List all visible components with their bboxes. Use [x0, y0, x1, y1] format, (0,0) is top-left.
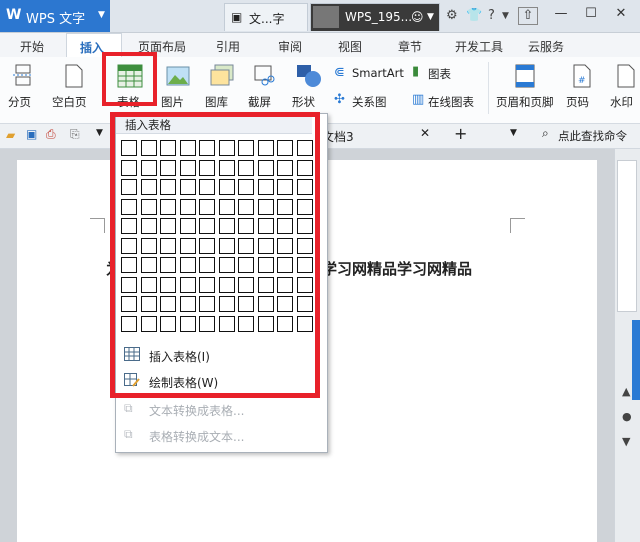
screenshot-icon	[254, 64, 278, 86]
chart-icon: ▮	[412, 64, 420, 79]
doc-icon: ▣	[231, 10, 243, 24]
ribbon-divider	[488, 62, 489, 114]
blank-page-icon	[64, 64, 84, 88]
tab-review[interactable]: 审阅	[278, 38, 302, 55]
online-chart-button[interactable]: 在线图表	[428, 94, 474, 110]
online-chart-icon: ▥	[412, 92, 425, 107]
save-icon[interactable]: ▣	[26, 127, 37, 141]
close-icon[interactable]: ✕	[610, 6, 632, 26]
tab-home[interactable]: 开始	[20, 38, 44, 55]
text-to-table-menu-item: ⧉ 文本转换成表格...	[116, 397, 316, 421]
help-icon[interactable]: ?	[488, 8, 495, 23]
table-to-text-icon: ⧉	[124, 427, 133, 441]
command-search[interactable]: 点此查找命令	[558, 128, 627, 144]
header-footer-icon	[515, 64, 535, 88]
tab-chapter[interactable]: 章节	[398, 38, 422, 55]
tab-cloud[interactable]: 云服务	[528, 38, 564, 55]
tab-references[interactable]: 引用	[216, 38, 240, 55]
upload-icon[interactable]: ⇧	[518, 7, 538, 25]
margin-marker	[90, 218, 105, 233]
relation-icon: ✣	[334, 92, 345, 107]
watermark-button[interactable]: 水印	[610, 94, 633, 110]
new-tab-icon[interactable]: +	[454, 124, 467, 143]
chevron-down-icon[interactable]: ▼	[427, 12, 434, 22]
page-number-button[interactable]: 页码	[566, 94, 589, 110]
doc-tab-1-label: 文...字	[249, 12, 285, 26]
shape-button[interactable]: 形状	[292, 94, 315, 110]
chevron-down-icon[interactable]: ▼	[510, 128, 517, 138]
doc-tab-2-label: WPS_195...	[345, 10, 413, 24]
side-panel-tab[interactable]	[632, 320, 640, 400]
document-text: 学习网精品学习网精品	[322, 260, 473, 278]
wps-logo-icon: W	[6, 7, 22, 23]
print-preview-icon[interactable]: ⎙	[46, 127, 56, 142]
tab-insert-label: 插入	[80, 41, 105, 55]
scroll-dot-icon[interactable]: ●	[622, 410, 632, 423]
tab-view[interactable]: 视图	[338, 38, 362, 55]
doc-tab-2[interactable]: WPS_195... ☺ ▼	[310, 3, 440, 31]
minimize-icon[interactable]: —	[550, 6, 572, 26]
scroll-up-icon[interactable]: ▲	[622, 385, 630, 398]
app-name: WPS 文字	[26, 12, 86, 27]
header-footer-button[interactable]: 页眉和页脚	[496, 94, 554, 110]
app-menu-button[interactable]: W WPS 文字 ▼	[0, 0, 110, 32]
search-icon[interactable]: ⌕	[542, 126, 549, 141]
chevron-down-icon[interactable]: ▼	[502, 11, 509, 21]
avatar	[313, 6, 339, 28]
shape-icon	[296, 64, 322, 88]
gallery-icon	[210, 64, 234, 86]
settings-icon[interactable]: ⚙	[446, 8, 458, 23]
table-to-text-menu-item: ⧉ 表格转换成文本...	[116, 423, 316, 447]
text-to-table-icon: ⧉	[124, 401, 133, 415]
scrollbar-thumb[interactable]	[617, 160, 637, 312]
highlight-insert-table-panel	[110, 112, 320, 398]
highlight-table-button	[102, 52, 157, 106]
svg-text:#: #	[578, 76, 586, 86]
screenshot-button[interactable]: 截屏	[248, 94, 271, 110]
table-to-text-label: 表格转换成文本...	[149, 430, 245, 444]
maximize-icon[interactable]: ☐	[580, 6, 602, 26]
page-break-button[interactable]: 分页	[8, 94, 31, 110]
text-to-table-label: 文本转换成表格...	[149, 404, 245, 418]
page-break-icon	[12, 64, 34, 86]
chevron-down-icon[interactable]: ▼	[96, 128, 103, 138]
margin-marker	[510, 218, 525, 233]
chevron-down-icon: ▼	[98, 10, 105, 20]
shirt-icon[interactable]: 👕	[466, 8, 482, 23]
blank-page-button[interactable]: 空白页	[52, 94, 87, 110]
picture-button[interactable]: 图片	[161, 94, 184, 110]
smartart-icon: ⋐	[334, 65, 345, 80]
chart-button[interactable]: 图表	[428, 66, 451, 82]
scroll-down-icon[interactable]: ▼	[622, 435, 630, 448]
doc-tab-1[interactable]: ▣ 文...字	[224, 3, 308, 31]
relation-button[interactable]: 关系图	[352, 94, 387, 110]
smartart-button[interactable]: SmartArt	[352, 66, 404, 80]
gallery-button[interactable]: 图库	[205, 94, 228, 110]
smile-icon: ☺	[411, 10, 424, 24]
watermark-icon	[616, 64, 636, 88]
page-number-icon: #	[572, 64, 592, 88]
tab-developer[interactable]: 开发工具	[455, 38, 503, 55]
close-tab-icon[interactable]: ✕	[420, 126, 430, 140]
print-icon[interactable]: ⎘	[70, 127, 80, 142]
open-folder-icon[interactable]: ▰	[6, 128, 15, 142]
picture-icon	[166, 66, 190, 86]
